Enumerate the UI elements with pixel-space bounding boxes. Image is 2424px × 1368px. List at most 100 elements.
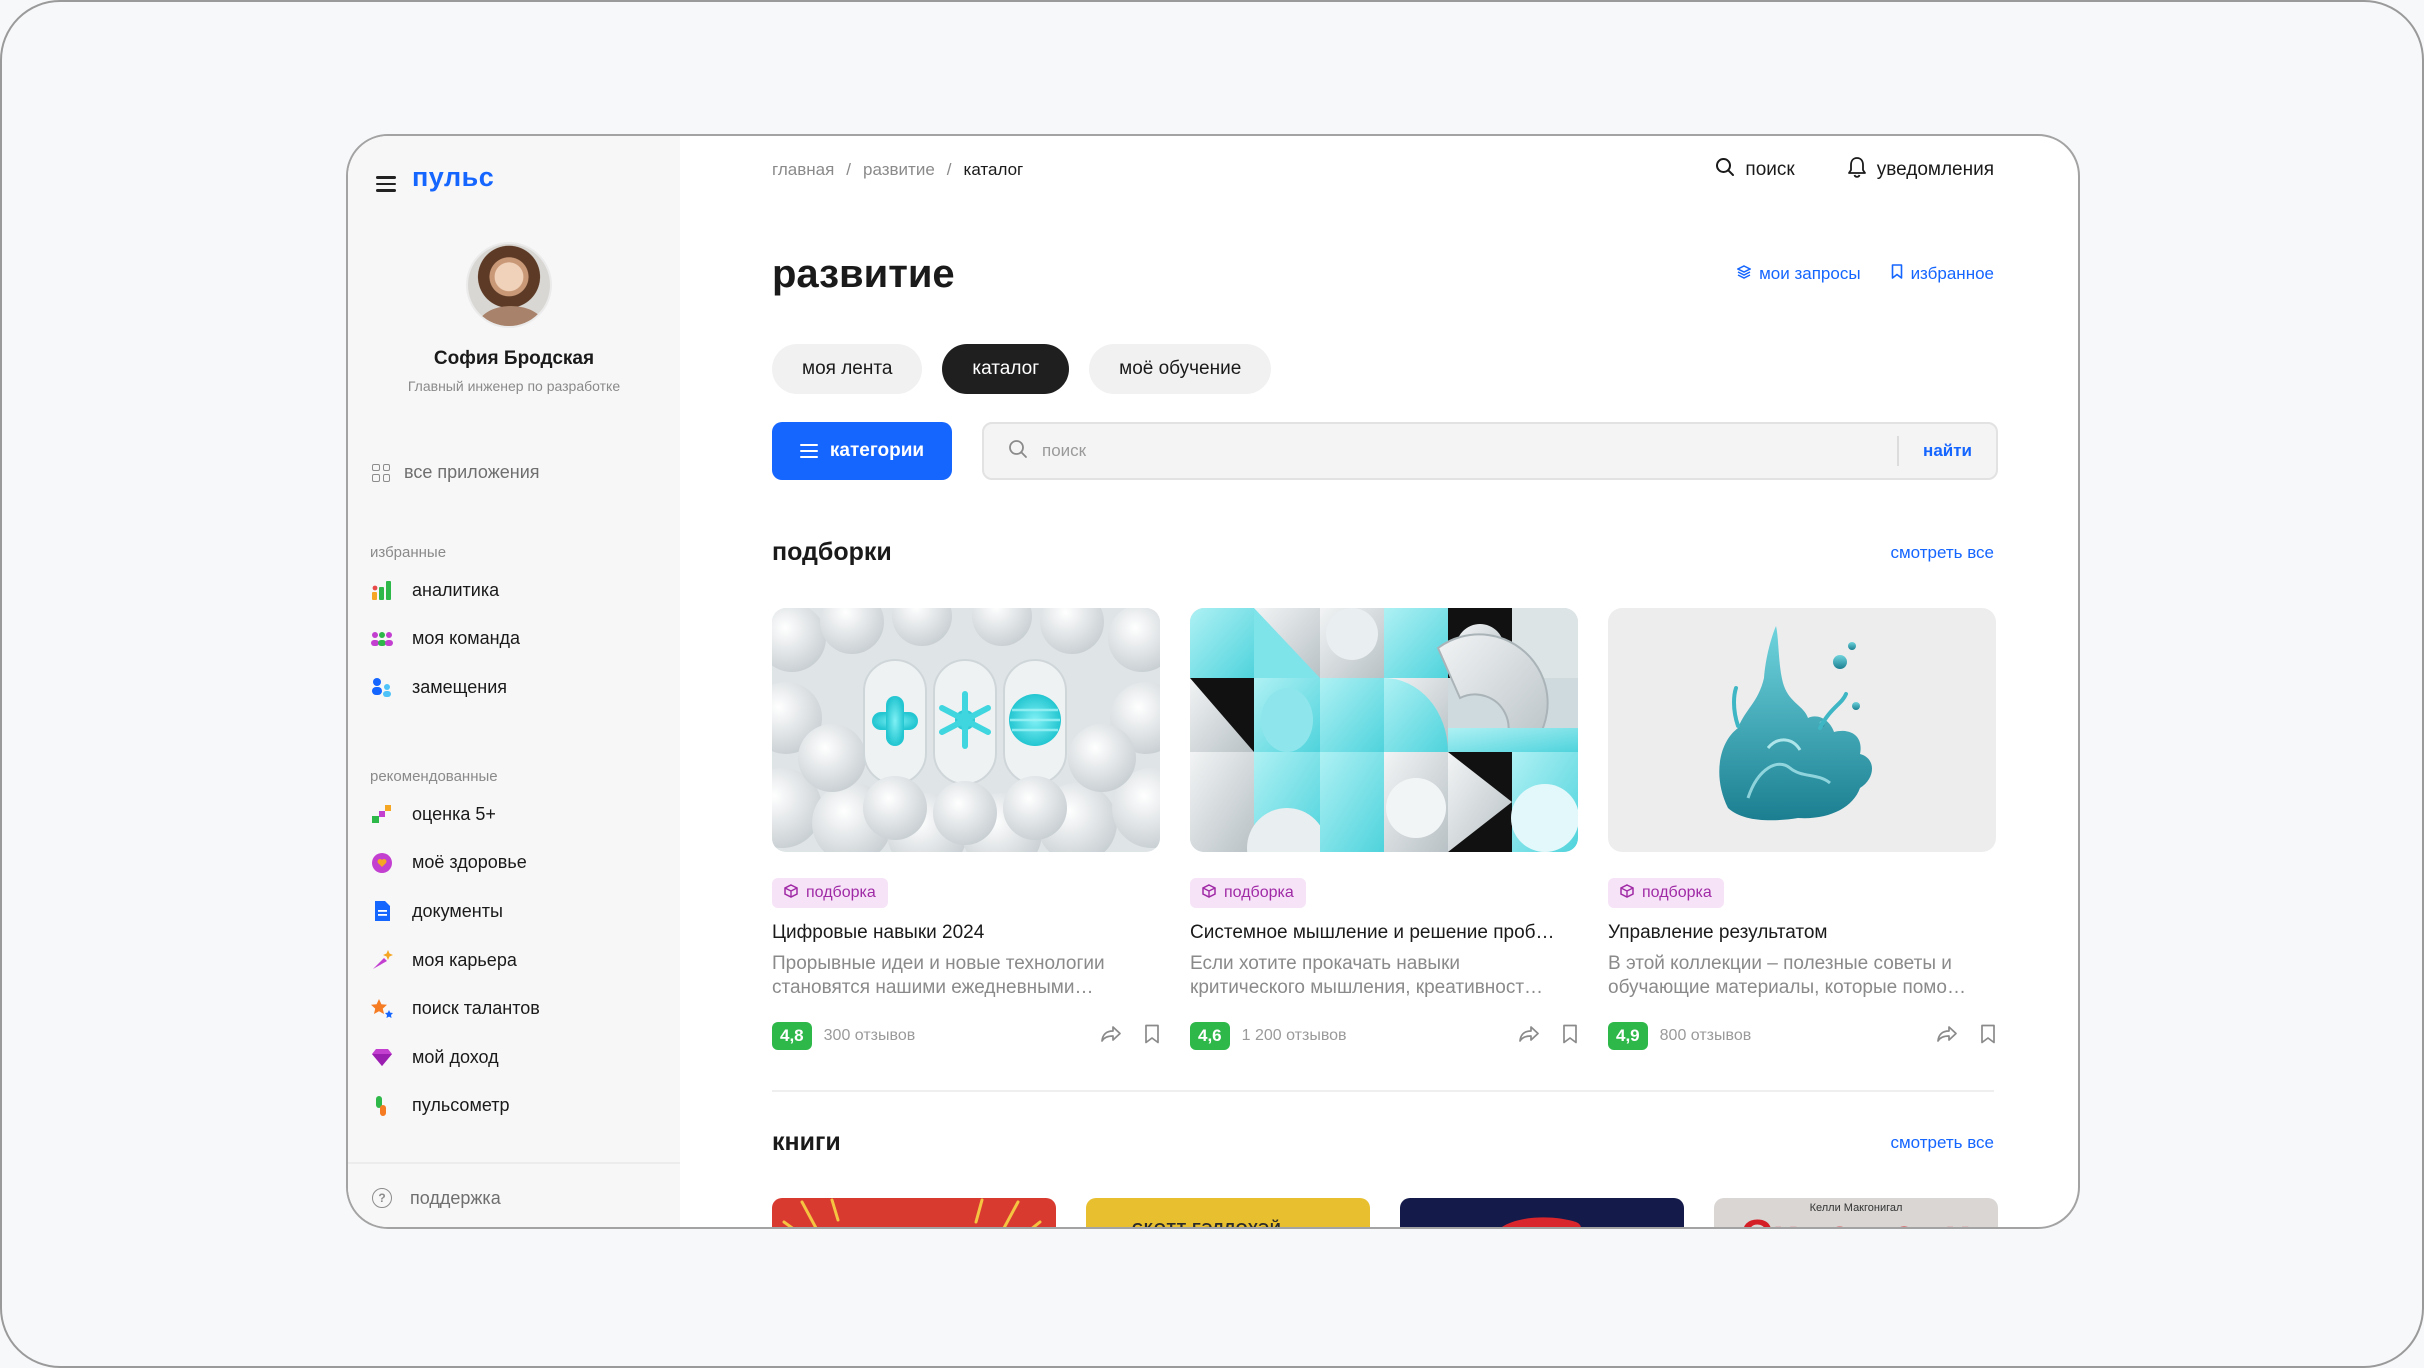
card-actions <box>1100 1024 1160 1049</box>
collection-card[interactable]: подборка Управление результатом В этой к… <box>1608 608 1996 1050</box>
avatar[interactable] <box>466 242 552 328</box>
share-icon[interactable] <box>1100 1025 1122 1048</box>
tab-catalog[interactable]: каталог <box>942 344 1070 394</box>
cube-icon <box>784 883 798 903</box>
sidebar-item-talent-search[interactable]: поиск талантов <box>370 984 540 1033</box>
catalog-search-bar: найти <box>982 422 1998 480</box>
books-title: книги <box>772 1128 841 1156</box>
collection-badge: подборка <box>772 878 888 908</box>
sidebar-item-income[interactable]: мой доход <box>370 1033 540 1082</box>
card-actions <box>1936 1024 1996 1049</box>
collection-badge-label: подборка <box>1224 884 1294 901</box>
sidebar-item-evaluation[interactable]: оценка 5+ <box>370 790 540 839</box>
sidebar-item-label: моя карьера <box>412 949 517 970</box>
menu-lines-icon <box>799 444 818 458</box>
help-icon: ? <box>372 1188 392 1208</box>
sidebar-item-label: поиск талантов <box>412 998 540 1019</box>
books-list: СКОТТ ГЭЛЛОУЭЙ Келли Макгонигал Сила вол… <box>772 1198 1998 1228</box>
menu-icon[interactable] <box>376 176 396 192</box>
bookmark-icon[interactable] <box>1562 1024 1578 1049</box>
sidebar-item-career[interactable]: моя карьера <box>370 936 540 985</box>
tab-my-learning[interactable]: моё обучение <box>1089 344 1272 394</box>
sidebar-item-label: моё здоровье <box>412 852 527 873</box>
reviews-count[interactable]: 1 200 отзывов <box>1242 1027 1347 1045</box>
sidebar-item-label: моя команда <box>412 628 521 649</box>
breadcrumb-current: каталог <box>963 160 1024 179</box>
sidebar-item-pulse-meter[interactable]: пульсометр <box>370 1082 540 1131</box>
breadcrumb-home[interactable]: главная <box>772 160 834 180</box>
favorites-link[interactable]: избранное <box>1891 264 1994 284</box>
collection-footer: 4,6 1 200 отзывов <box>1190 1022 1578 1050</box>
breadcrumb-development[interactable]: развитие <box>863 160 935 180</box>
search-icon <box>1008 439 1028 464</box>
books-see-all-link[interactable]: смотреть все <box>1890 1133 1994 1153</box>
sidebar-item-label: замещения <box>412 676 508 697</box>
app-window: пульс София Бродская Главный инженер по … <box>346 134 2080 1229</box>
all-apps-label: все приложения <box>404 462 540 482</box>
reviews-count[interactable]: 300 отзывов <box>824 1027 916 1045</box>
collection-footer: 4,9 800 отзывов <box>1608 1022 1996 1050</box>
sidebar: пульс София Бродская Главный инженер по … <box>348 136 680 1227</box>
my-requests-link[interactable]: мои запросы <box>1736 264 1861 284</box>
collection-title[interactable]: Цифровые навыки 2024 <box>772 922 1160 944</box>
collection-cover-image[interactable] <box>1190 608 1578 852</box>
sidebar-item-label: мой доход <box>412 1046 499 1067</box>
bookmark-icon[interactable] <box>1980 1024 1996 1049</box>
search-submit-button[interactable]: найти <box>1899 441 1996 461</box>
book-cover[interactable] <box>772 1198 1056 1227</box>
catalog-search-input[interactable] <box>1028 424 1898 478</box>
collection-title[interactable]: Системное мышление и решение проб… <box>1190 922 1578 944</box>
team-icon <box>370 627 394 651</box>
section-divider <box>772 1090 1994 1092</box>
collection-footer: 4,8 300 отзывов <box>772 1022 1160 1050</box>
book-cover[interactable] <box>1400 1198 1684 1227</box>
bell-icon <box>1847 156 1867 184</box>
card-actions <box>1518 1024 1578 1049</box>
sidebar-item-documents[interactable]: документы <box>370 887 540 936</box>
share-icon[interactable] <box>1518 1025 1540 1048</box>
cube-icon <box>1620 883 1634 903</box>
book-cover-title: Сила воли <box>1714 1214 1998 1228</box>
collections-see-all-link[interactable]: смотреть все <box>1890 543 1994 563</box>
sidebar-item-health[interactable]: моё здоровье <box>370 839 540 888</box>
favorites-section-label: избранные <box>370 544 447 561</box>
book-cover[interactable]: Келли Макгонигал Сила воли <box>1714 1198 1998 1228</box>
sidebar-item-analytics[interactable]: аналитика <box>370 566 520 615</box>
support-label: поддержка <box>410 1187 501 1208</box>
support-link[interactable]: ? поддержка <box>348 1162 680 1227</box>
collection-description: В этой коллекции – полезные советы и обу… <box>1608 953 1966 998</box>
recommended-section-label: рекомендованные <box>370 768 498 785</box>
analytics-icon <box>370 578 394 602</box>
collection-badge-label: подборка <box>1642 884 1712 901</box>
sidebar-item-label: пульсометр <box>412 1095 510 1116</box>
user-role: Главный инженер по разработке <box>407 378 621 394</box>
book-cover[interactable]: СКОТТ ГЭЛЛОУЭЙ <box>1086 1198 1370 1227</box>
all-apps-link[interactable]: все приложения <box>372 462 540 483</box>
collection-title[interactable]: Управление результатом <box>1608 922 1996 944</box>
recommended-list: оценка 5+ моё здоровье документы моя кар… <box>370 790 540 1130</box>
layers-icon <box>1736 264 1752 284</box>
books-header: книги смотреть все <box>772 1128 1994 1157</box>
collection-badge: подборка <box>1608 878 1724 908</box>
categories-button[interactable]: категории <box>772 422 952 480</box>
collection-card[interactable]: подборка Цифровые навыки 2024 Прорывные … <box>772 608 1160 1050</box>
collection-cover-image[interactable] <box>772 608 1160 852</box>
talent-icon <box>370 997 394 1021</box>
tab-my-feed[interactable]: моя лента <box>772 344 923 394</box>
reviews-count[interactable]: 800 отзывов <box>1660 1027 1752 1045</box>
breadcrumb: главная / развитие / каталог <box>772 160 1023 180</box>
collections-list: подборка Цифровые навыки 2024 Прорывные … <box>772 608 1996 1050</box>
app-logo[interactable]: пульс <box>412 162 494 193</box>
bookmark-icon[interactable] <box>1144 1024 1160 1049</box>
breadcrumb-separator: / <box>946 160 952 179</box>
share-icon[interactable] <box>1936 1025 1958 1048</box>
favorites-label: избранное <box>1910 264 1994 283</box>
notifications-button[interactable]: уведомления <box>1847 156 1994 184</box>
health-icon <box>370 851 394 875</box>
collection-cover-image[interactable] <box>1608 608 1996 852</box>
sidebar-item-team[interactable]: моя команда <box>370 615 520 664</box>
main-content: главная / развитие / каталог поиск уведо… <box>680 136 2078 1227</box>
sidebar-item-substitutions[interactable]: замещения <box>370 663 520 712</box>
collection-card[interactable]: подборка Системное мышление и решение пр… <box>1190 608 1578 1050</box>
header-search-button[interactable]: поиск <box>1715 156 1795 184</box>
